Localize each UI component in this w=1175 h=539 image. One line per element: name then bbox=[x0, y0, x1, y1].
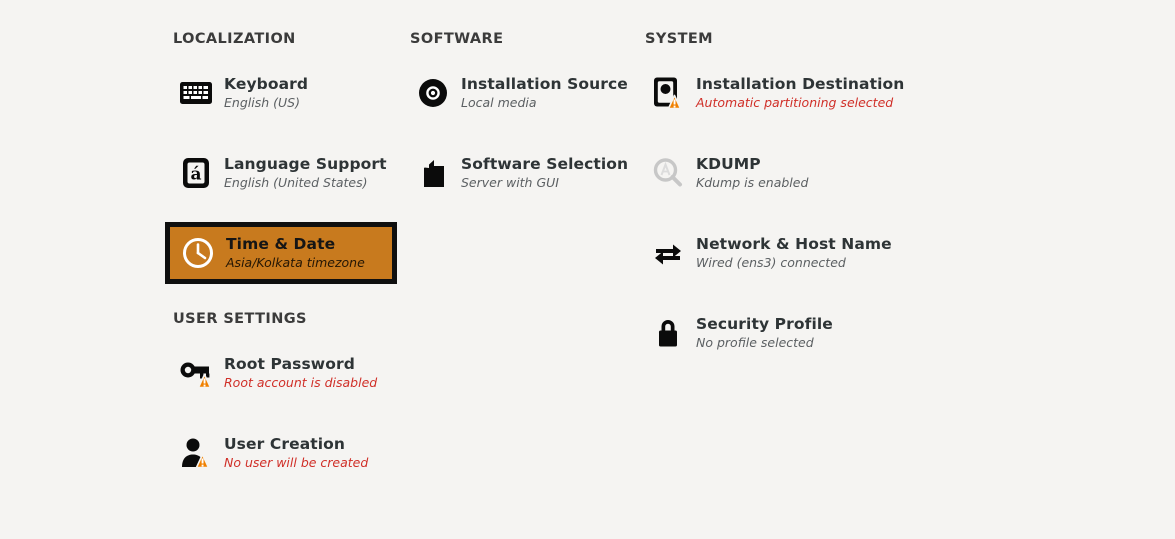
hub-columns: LOCALIZATION Keyboard English (US) á Lan… bbox=[165, 0, 1175, 539]
section-software: SOFTWARE Installation Source Local media… bbox=[402, 28, 642, 222]
hub-item-root-password[interactable]: Root Password Root account is disabled bbox=[165, 342, 405, 404]
hub-item-installation-source[interactable]: Installation Source Local media bbox=[402, 62, 642, 124]
section-items-system: Installation Destination Automatic parti… bbox=[637, 62, 904, 364]
hub-item-subtitle: Wired (ens3) connected bbox=[696, 255, 846, 271]
section-title-localization: LOCALIZATION bbox=[173, 31, 296, 47]
hub-item-title: User Creation bbox=[224, 434, 346, 453]
hub-item-labels: Installation Source Local media bbox=[461, 74, 628, 111]
section-localization: LOCALIZATION Keyboard English (US) á Lan… bbox=[165, 28, 405, 302]
hub-item-title: Language Support bbox=[224, 154, 387, 173]
section-items-user-settings: Root Password Root account is disabled U… bbox=[165, 342, 405, 484]
hub-item-language-support[interactable]: á Language Support English (United State… bbox=[165, 142, 405, 204]
section-system: SYSTEM Installation Destination Automati… bbox=[637, 28, 904, 382]
installation-summary-hub: LOCALIZATION Keyboard English (US) á Lan… bbox=[0, 0, 1175, 539]
section-title-system: SYSTEM bbox=[645, 31, 714, 47]
hub-item-title: Root Password bbox=[224, 354, 355, 373]
hub-item-subtitle: Kdump is enabled bbox=[696, 175, 809, 191]
hub-item-subtitle: No profile selected bbox=[696, 335, 814, 351]
hub-item-labels: Installation Destination Automatic parti… bbox=[696, 74, 905, 111]
hub-item-labels: Network & Host Name Wired (ens3) connect… bbox=[696, 234, 892, 271]
section-user-settings: USER SETTINGS Root Password Root account… bbox=[165, 308, 405, 502]
hub-item-title: Installation Destination bbox=[696, 74, 905, 93]
hub-item-software-selection[interactable]: Software Selection Server with GUI bbox=[402, 142, 642, 204]
hub-item-title: Time & Date bbox=[226, 234, 336, 253]
hub-item-labels: Root Password Root account is disabled bbox=[224, 354, 378, 391]
media-optical-icon bbox=[411, 71, 455, 115]
drive-harddisk-icon bbox=[646, 71, 690, 115]
section-items-localization: Keyboard English (US) á Language Support… bbox=[165, 62, 405, 284]
hub-item-title: Network & Host Name bbox=[696, 234, 892, 253]
hub-item-subtitle: Root account is disabled bbox=[224, 375, 378, 391]
clock-icon bbox=[176, 231, 220, 275]
keyboard-icon bbox=[174, 71, 218, 115]
hub-item-time-and-date[interactable]: Time & Date Asia/Kolkata timezone bbox=[165, 222, 397, 284]
hub-item-title: Installation Source bbox=[461, 74, 628, 93]
hub-item-subtitle: English (United States) bbox=[224, 175, 368, 191]
hub-item-labels: Software Selection Server with GUI bbox=[461, 154, 629, 191]
hub-item-network-and-host-name[interactable]: Network & Host Name Wired (ens3) connect… bbox=[637, 222, 892, 284]
hub-item-security-profile[interactable]: Security Profile No profile selected bbox=[637, 302, 877, 364]
hub-item-subtitle: English (US) bbox=[224, 95, 300, 111]
hub-item-subtitle: Automatic partitioning selected bbox=[696, 95, 894, 111]
network-icon bbox=[646, 231, 690, 275]
svg-text:á: á bbox=[190, 165, 201, 185]
lock-icon bbox=[646, 311, 690, 355]
kdump-icon bbox=[646, 151, 690, 195]
hub-item-title: KDUMP bbox=[696, 154, 761, 173]
hub-item-labels: Security Profile No profile selected bbox=[696, 314, 833, 351]
hub-item-user-creation[interactable]: User Creation No user will be created bbox=[165, 422, 405, 484]
package-icon bbox=[411, 151, 455, 195]
hub-item-kdump[interactable]: KDUMP Kdump is enabled bbox=[637, 142, 877, 204]
hub-item-installation-destination[interactable]: Installation Destination Automatic parti… bbox=[637, 62, 904, 124]
language-icon: á bbox=[174, 151, 218, 195]
hub-item-keyboard[interactable]: Keyboard English (US) bbox=[165, 62, 405, 124]
section-title-software: SOFTWARE bbox=[410, 31, 504, 47]
user-icon bbox=[174, 431, 218, 475]
hub-item-labels: KDUMP Kdump is enabled bbox=[696, 154, 809, 191]
hub-item-labels: Keyboard English (US) bbox=[224, 74, 309, 111]
section-items-software: Installation Source Local media Software… bbox=[402, 62, 642, 204]
section-title-user-settings: USER SETTINGS bbox=[173, 311, 307, 327]
hub-item-title: Keyboard bbox=[224, 74, 309, 93]
hub-item-labels: User Creation No user will be created bbox=[224, 434, 369, 471]
hub-item-subtitle: Asia/Kolkata timezone bbox=[226, 255, 365, 271]
hub-item-labels: Time & Date Asia/Kolkata timezone bbox=[226, 234, 365, 271]
hub-item-subtitle: Local media bbox=[461, 95, 537, 111]
hub-item-subtitle: No user will be created bbox=[224, 455, 369, 471]
hub-item-labels: Language Support English (United States) bbox=[224, 154, 387, 191]
hub-item-subtitle: Server with GUI bbox=[461, 175, 559, 191]
key-icon bbox=[174, 351, 218, 395]
hub-item-title: Security Profile bbox=[696, 314, 833, 333]
hub-item-title: Software Selection bbox=[461, 154, 629, 173]
